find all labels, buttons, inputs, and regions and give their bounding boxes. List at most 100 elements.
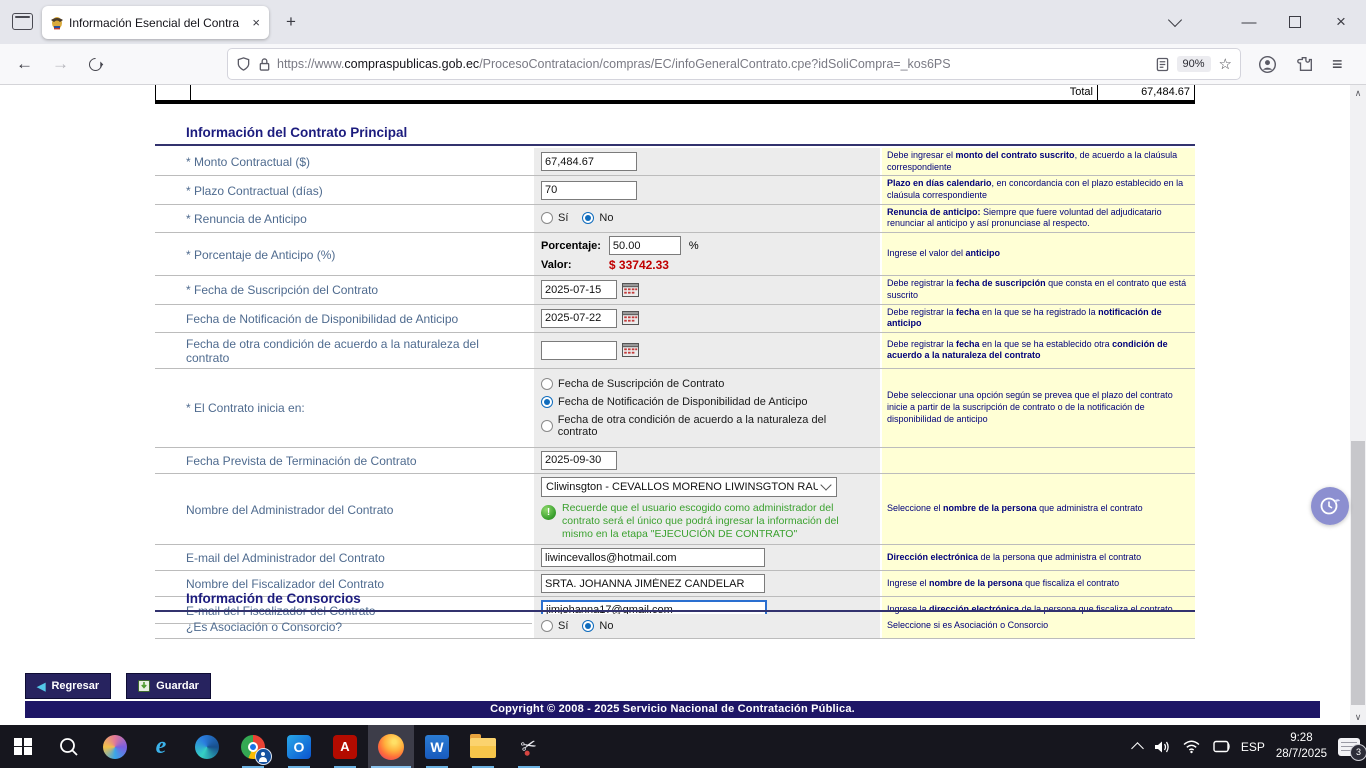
close-button[interactable]: × [1324, 0, 1358, 44]
calendar-icon[interactable] [622, 283, 639, 297]
tab-close-icon[interactable]: × [250, 15, 262, 30]
language-indicator[interactable]: ESP [1241, 740, 1265, 754]
items-total-row: Total 67,484.67 [155, 85, 1195, 102]
reader-mode-icon[interactable] [1156, 57, 1169, 72]
tray-time: 9:28 [1290, 732, 1312, 744]
restore-button[interactable] [1278, 0, 1312, 44]
shield-icon[interactable] [236, 56, 251, 72]
volume-icon[interactable] [1153, 739, 1171, 755]
notification-badge: 3 [1350, 744, 1366, 761]
new-tab-button[interactable]: + [286, 12, 296, 32]
reload-button[interactable] [89, 44, 102, 84]
screen: Información Esencial del Contra × + — × … [0, 0, 1366, 768]
regresar-button[interactable]: ◀ Regresar [25, 673, 111, 699]
inicia-otra-condicion-radio[interactable] [541, 420, 553, 432]
acrobat-icon[interactable]: A [322, 725, 368, 768]
row-contrato-inicia-en: * El Contrato inicia en: Fecha de Suscri… [155, 369, 1195, 448]
row-fecha-notificacion: Fecha de Notificación de Disponibilidad … [155, 305, 1195, 333]
scroll-down-icon[interactable]: ∨ [1350, 709, 1366, 725]
extensions-puzzle-icon[interactable] [1296, 44, 1314, 84]
guardar-button[interactable]: Guardar [126, 673, 211, 699]
file-explorer-icon[interactable] [460, 725, 506, 768]
fecha-terminacion-input[interactable] [541, 451, 617, 470]
system-tray: ESP 9:28 28/7/2025 3 [1133, 725, 1360, 768]
page-scrollbar[interactable]: ∧ ∨ [1350, 85, 1366, 725]
chrome-icon[interactable] [230, 725, 276, 768]
total-value: 67,484.67 [1098, 85, 1194, 100]
row-email-administrador: E-mail del Administrador del Contrato Di… [155, 545, 1195, 571]
search-icon[interactable] [46, 725, 92, 768]
lock-icon[interactable] [258, 57, 271, 72]
plazo-contractual-input[interactable] [541, 181, 637, 200]
renuncia-no-radio[interactable] [582, 212, 594, 224]
account-icon[interactable] [1258, 44, 1277, 84]
info-icon: ! [541, 505, 556, 520]
row-monto-contractual: * Monto Contractual ($) Debe ingresar el… [155, 148, 1195, 176]
total-label: Total [191, 85, 1098, 100]
fecha-suscripcion-input[interactable] [541, 280, 617, 299]
copyright-footer: Copyright © 2008 - 2025 Servicio Naciona… [25, 701, 1320, 718]
clock[interactable]: 9:28 28/7/2025 [1276, 731, 1327, 762]
administrador-note: ! Recuerde que el usuario escogido como … [541, 502, 862, 541]
porcentaje-anticipo-input[interactable] [609, 236, 681, 255]
inicia-suscripcion-radio[interactable] [541, 378, 553, 390]
row-porcentaje-anticipo: * Porcentaje de Anticipo (%) Porcentaje:… [155, 233, 1195, 276]
start-button[interactable] [0, 725, 46, 768]
edge-icon[interactable] [184, 725, 230, 768]
tray-chevron-icon[interactable] [1131, 742, 1144, 755]
clock-icon [1318, 494, 1342, 518]
floating-clock-widget[interactable] [1311, 487, 1349, 525]
url-text: https://www.compraspublicas.gob.ec/Proce… [277, 57, 1156, 71]
firefox-view-icon[interactable] [12, 13, 33, 30]
row-fecha-terminacion: Fecha Prevista de Terminación de Contrat… [155, 448, 1195, 474]
browser-tab-strip: Información Esencial del Contra × + — × [0, 0, 1366, 45]
zoom-level-badge[interactable]: 90% [1177, 56, 1211, 72]
row-fecha-suscripcion: * Fecha de Suscripción del Contrato Debe… [155, 276, 1195, 304]
row-plazo-contractual: * Plazo Contractual (días) Plazo en días… [155, 176, 1195, 204]
renuncia-si-radio[interactable] [541, 212, 553, 224]
table-bottom-border [155, 102, 1195, 104]
consorcio-no-radio[interactable] [582, 620, 594, 632]
wifi-icon[interactable] [1182, 739, 1201, 754]
row-administrador: Nombre del Administrador del Contrato Cl… [155, 474, 1195, 545]
minimize-button[interactable]: — [1232, 0, 1266, 44]
back-arrow-icon: ◀ [37, 680, 45, 693]
consorcio-si-radio[interactable] [541, 620, 553, 632]
calendar-icon[interactable] [622, 311, 639, 325]
url-bar[interactable]: https://www.compraspublicas.gob.ec/Proce… [228, 49, 1240, 79]
section-title-consorcios: Información de Consorcios [155, 591, 1195, 612]
scrollbar-thumb[interactable] [1351, 441, 1365, 705]
notification-center-icon[interactable]: 3 [1338, 738, 1360, 756]
email-administrador-input[interactable] [541, 548, 765, 567]
snipping-tool-icon[interactable]: ✂ [506, 725, 552, 768]
administrador-select[interactable]: Cliwinsgton - CEVALLOS MORENO LIWINSGTON… [541, 477, 837, 497]
section-title-contrato: Información del Contrato Principal [155, 125, 1195, 146]
valor-anticipo: $ 33742.33 [609, 258, 681, 272]
fecha-notificacion-input[interactable] [541, 309, 617, 328]
monto-contractual-input[interactable] [541, 152, 637, 171]
windows-taskbar: e O A W ✂ ESP 9:28 28/7/2025 3 [0, 725, 1366, 768]
calendar-icon[interactable] [622, 343, 639, 357]
chrome-profile-badge [255, 748, 272, 765]
connect-display-icon[interactable] [1212, 739, 1230, 754]
row-es-consorcio: ¿Es Asociación o Consorcio? Sí No Selecc… [155, 614, 1195, 639]
fecha-otra-condicion-input[interactable] [541, 341, 617, 360]
tab-title: Información Esencial del Contra [69, 16, 246, 30]
internet-explorer-icon[interactable]: e [138, 725, 184, 768]
menu-hamburger-icon[interactable]: ≡ [1332, 44, 1343, 84]
inicia-notificacion-radio[interactable] [541, 396, 553, 408]
firefox-icon[interactable] [368, 725, 414, 768]
row-fecha-otra-condicion: Fecha de otra condición de acuerdo a la … [155, 333, 1195, 369]
tab-list-chevron-icon[interactable] [1160, 0, 1190, 44]
browser-tab[interactable]: Información Esencial del Contra × [42, 6, 269, 39]
word-icon[interactable]: W [414, 725, 460, 768]
contract-form: * Monto Contractual ($) Debe ingresar el… [155, 148, 1195, 624]
back-button[interactable]: ← [16, 44, 33, 84]
scroll-up-icon[interactable]: ∧ [1350, 85, 1366, 101]
bookmark-star-icon[interactable]: ☆ [1219, 55, 1232, 73]
outlook-icon[interactable]: O [276, 725, 322, 768]
select-chevron-icon [820, 480, 831, 491]
forward-button[interactable]: → [52, 44, 69, 84]
copilot-icon[interactable] [92, 725, 138, 768]
save-icon [138, 680, 150, 692]
